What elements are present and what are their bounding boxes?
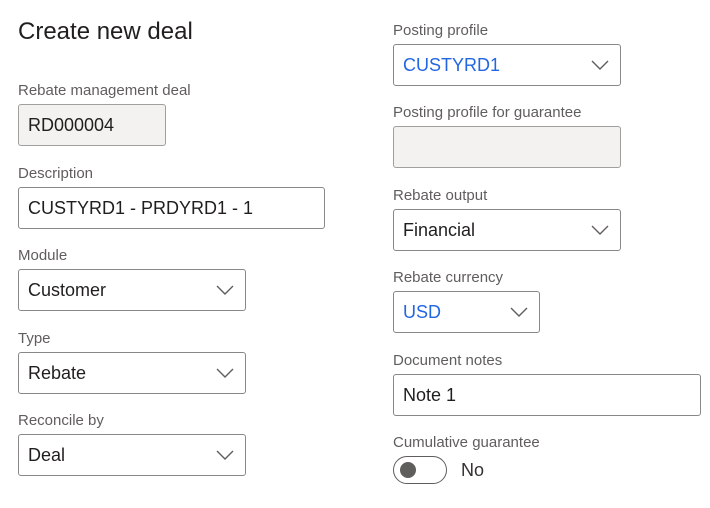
type-value: Rebate (28, 362, 87, 383)
chevron-down-icon[interactable] (591, 60, 609, 70)
posting-profile-value[interactable]: CUSTYRD1 (403, 55, 500, 76)
cumulative-guarantee-state: No (461, 459, 485, 480)
cumulative-guarantee-label: Cumulative guarantee (393, 434, 540, 451)
rebate-output-field: Rebate output Financial (393, 187, 621, 251)
rebate-output-value: Financial (403, 219, 476, 240)
chevron-down-icon[interactable] (510, 307, 528, 317)
rebate-deal-label: Rebate management deal (18, 82, 191, 99)
rebate-currency-dropdown[interactable]: USD (393, 291, 540, 333)
rebate-output-label: Rebate output (393, 187, 488, 204)
chevron-down-icon[interactable] (591, 225, 609, 235)
rebate-output-dropdown[interactable]: Financial (393, 209, 621, 251)
reconcile-by-dropdown[interactable]: Deal (18, 434, 246, 476)
rebate-currency-field: Rebate currency USD (393, 269, 540, 333)
chevron-down-icon[interactable] (216, 285, 234, 295)
type-field: Type Rebate (18, 330, 246, 394)
rebate-currency-value[interactable]: USD (403, 302, 441, 323)
module-field: Module Customer (18, 247, 246, 311)
module-dropdown[interactable]: Customer (18, 269, 246, 311)
type-label: Type (18, 330, 51, 347)
rebate-deal-value: RD000004 (28, 114, 115, 135)
reconcile-by-label: Reconcile by (18, 412, 104, 429)
rebate-deal-input[interactable]: RD000004 (18, 104, 166, 146)
page-title: Create new deal (18, 18, 193, 45)
rebate-deal-field: Rebate management deal RD000004 (18, 82, 191, 146)
description-input[interactable]: CUSTYRD1 - PRDYRD1 - 1 (18, 187, 325, 229)
description-field: Description CUSTYRD1 - PRDYRD1 - 1 (18, 165, 325, 229)
rebate-currency-label: Rebate currency (393, 269, 504, 286)
description-value: CUSTYRD1 - PRDYRD1 - 1 (28, 197, 254, 218)
reconcile-by-field: Reconcile by Deal (18, 412, 246, 476)
module-label: Module (18, 247, 68, 264)
posting-profile-guarantee-field: Posting profile for guarantee (393, 104, 621, 168)
type-dropdown[interactable]: Rebate (18, 352, 246, 394)
document-notes-label: Document notes (393, 352, 503, 369)
document-notes-field: Document notes Note 1 (393, 352, 701, 416)
description-label: Description (18, 165, 94, 182)
chevron-down-icon[interactable] (216, 450, 234, 460)
cumulative-guarantee-toggle[interactable] (393, 456, 447, 484)
posting-profile-guarantee-input[interactable] (393, 126, 621, 168)
chevron-down-icon[interactable] (216, 368, 234, 378)
toggle-knob (400, 462, 416, 478)
cumulative-guarantee-field: Cumulative guarantee No (393, 434, 540, 484)
document-notes-input[interactable]: Note 1 (393, 374, 701, 416)
reconcile-by-value: Deal (28, 444, 66, 465)
posting-profile-dropdown[interactable]: CUSTYRD1 (393, 44, 621, 86)
posting-profile-field: Posting profile CUSTYRD1 (393, 22, 621, 86)
posting-profile-guarantee-label: Posting profile for guarantee (393, 104, 582, 121)
document-notes-value: Note 1 (403, 384, 457, 405)
posting-profile-label: Posting profile (393, 22, 489, 39)
module-value: Customer (28, 279, 107, 300)
